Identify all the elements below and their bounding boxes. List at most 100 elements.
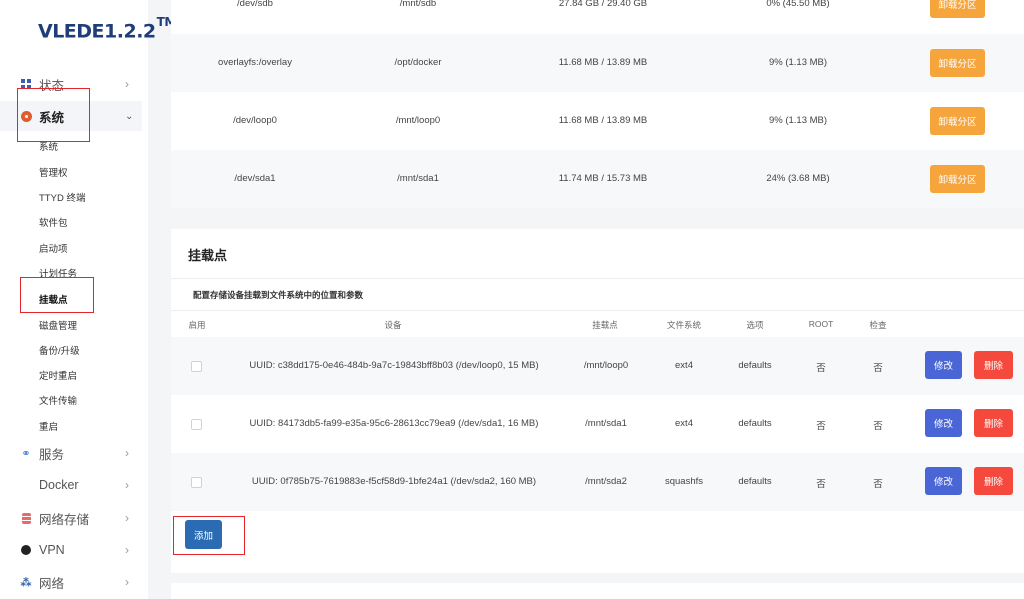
mount-options: defaults <box>738 360 772 371</box>
highlight-sub-mount-points <box>20 277 94 313</box>
header-mount-point: 挂载点 <box>592 320 618 330</box>
unmount-button[interactable]: 卸载分区 <box>930 165 985 193</box>
section-title: 挂载点 <box>188 248 228 263</box>
sub-reboot[interactable]: 重启 <box>39 419 58 433</box>
section-description: 配置存储设备挂载到文件系统中的位置和参数 <box>193 290 364 300</box>
chevron-right-icon: › <box>125 446 129 460</box>
partition-mount: /mnt/sdb <box>399 0 437 9</box>
sub-file-transfer[interactable]: 文件传输 <box>39 393 77 407</box>
partition-usage: 24% (3.68 MB) <box>766 173 830 184</box>
table-row: /dev/loop0 /mnt/loop0 11.68 MB / 13.89 M… <box>171 92 1024 150</box>
chevron-down-icon: ⌄ <box>125 110 134 122</box>
sub-admin[interactable]: 管理权 <box>39 165 68 179</box>
mount-root: 否 <box>816 363 826 374</box>
chevron-right-icon: › <box>125 478 129 492</box>
header-options: 选项 <box>746 320 764 330</box>
menu-services-label: 服务 <box>39 447 65 462</box>
edit-button[interactable]: 修改 <box>925 467 962 495</box>
mount-filesystem: ext4 <box>675 360 693 371</box>
enable-checkbox[interactable] <box>191 361 202 372</box>
menu-network-label: 网络 <box>39 576 65 591</box>
highlight-menu-system <box>17 88 90 142</box>
chevron-right-icon: › <box>125 77 129 91</box>
menu-services[interactable]: ⚭ 服务 › <box>0 438 142 468</box>
partition-mount: /mnt/loop0 <box>395 115 441 126</box>
chevron-right-icon: › <box>125 543 129 557</box>
mount-path: /mnt/sda1 <box>585 418 627 429</box>
header-root: ROOT <box>808 319 834 329</box>
table-row: /dev/sdb /mnt/sdb 27.84 GB / 29.40 GB 0%… <box>171 0 1024 33</box>
menu-vpn-label: VPN <box>39 543 65 557</box>
partition-size: 11.74 MB / 15.73 MB <box>558 173 648 184</box>
divider <box>171 310 1024 311</box>
mount-filesystem: squashfs <box>664 476 704 487</box>
sub-ttyd[interactable]: TTYD 终端 <box>39 190 85 204</box>
sub-backup-upgrade[interactable]: 备份/升级 <box>39 343 80 357</box>
sub-disk-management[interactable]: 磁盘管理 <box>39 318 77 332</box>
unmount-button[interactable]: 卸载分区 <box>930 49 985 77</box>
table-row: UUID: c38dd175-0e46-484b-9a7c-19843bff8b… <box>171 337 1024 395</box>
partition-size: 11.68 MB / 13.89 MB <box>558 115 648 126</box>
enable-checkbox[interactable] <box>191 477 202 488</box>
network-icon: ⁂ <box>20 576 32 589</box>
mount-check: 否 <box>873 421 883 432</box>
divider <box>171 278 1024 279</box>
mount-filesystem: ext4 <box>675 418 693 429</box>
mount-device: UUID: 84173db5-fa99-e35a-95c6-28613cc79e… <box>249 418 539 429</box>
partition-mount: /mnt/sda1 <box>397 173 439 184</box>
delete-button[interactable]: 删除 <box>974 409 1013 437</box>
unmount-button[interactable]: 卸载分区 <box>930 0 985 18</box>
partition-device: overlayfs:/overlay <box>218 57 292 68</box>
table-row: overlayfs:/overlay /opt/docker 11.68 MB … <box>171 34 1024 92</box>
unmount-button[interactable]: 卸载分区 <box>930 107 985 135</box>
mount-device: UUID: c38dd175-0e46-484b-9a7c-19843bff8b… <box>249 360 539 371</box>
partition-device: /dev/sda1 <box>234 173 276 184</box>
sub-scheduled-reboot[interactable]: 定时重启 <box>39 368 77 382</box>
mount-check: 否 <box>873 479 883 490</box>
partition-mount: /opt/docker <box>394 57 442 68</box>
menu-network[interactable]: ⁂ 网络 › <box>0 567 142 597</box>
next-card <box>171 583 1024 599</box>
partition-device: /dev/sdb <box>237 0 273 9</box>
brand-logo[interactable]: VLEDE1.2.2TM <box>38 15 176 42</box>
sub-startup[interactable]: 启动项 <box>39 241 68 255</box>
table-row: UUID: 84173db5-fa99-e35a-95c6-28613cc79e… <box>171 395 1024 453</box>
globe-icon <box>20 544 32 556</box>
menu-docker-label: Docker <box>39 478 79 492</box>
edit-button[interactable]: 修改 <box>925 409 962 437</box>
table-row: /dev/sda1 /mnt/sda1 11.74 MB / 15.73 MB … <box>171 150 1024 208</box>
mount-path: /mnt/sda2 <box>585 476 627 487</box>
partition-usage: 0% (45.50 MB) <box>766 0 830 9</box>
menu-network-storage[interactable]: 网络存储 › <box>0 503 142 533</box>
database-icon <box>20 512 32 524</box>
header-device: 设备 <box>384 320 402 330</box>
menu-vpn[interactable]: VPN › <box>0 535 142 565</box>
partition-usage: 9% (1.13 MB) <box>768 115 828 126</box>
delete-button[interactable]: 删除 <box>974 351 1013 379</box>
mount-options: defaults <box>738 476 772 487</box>
mount-check: 否 <box>873 363 883 374</box>
mount-device: UUID: 0f785b75-7619883e-f5cf58d9-1bfe24a… <box>251 476 537 487</box>
header-check: 检查 <box>869 320 887 330</box>
share-icon: ⚭ <box>21 447 31 460</box>
table-row: UUID: 0f785b75-7619883e-f5cf58d9-1bfe24a… <box>171 453 1024 511</box>
enable-checkbox[interactable] <box>191 419 202 430</box>
edit-button[interactable]: 修改 <box>925 351 962 379</box>
menu-docker[interactable]: Docker › <box>0 470 142 500</box>
menu-network-storage-label: 网络存储 <box>39 512 90 527</box>
mount-root: 否 <box>816 421 826 432</box>
highlight-add-button <box>173 516 245 555</box>
header-filesystem: 文件系统 <box>666 320 702 330</box>
partition-device: /dev/loop0 <box>233 115 277 126</box>
mount-path: /mnt/loop0 <box>583 360 629 371</box>
partition-usage: 9% (1.13 MB) <box>768 57 828 68</box>
mount-options: defaults <box>738 418 772 429</box>
mount-root: 否 <box>816 479 826 490</box>
partition-size: 11.68 MB / 13.89 MB <box>558 57 648 68</box>
chevron-right-icon: › <box>125 575 129 589</box>
delete-button[interactable]: 删除 <box>974 467 1013 495</box>
chevron-right-icon: › <box>125 511 129 525</box>
sub-packages[interactable]: 软件包 <box>39 215 68 229</box>
partition-size: 27.84 GB / 29.40 GB <box>558 0 648 9</box>
header-enabled: 启用 <box>188 320 206 330</box>
